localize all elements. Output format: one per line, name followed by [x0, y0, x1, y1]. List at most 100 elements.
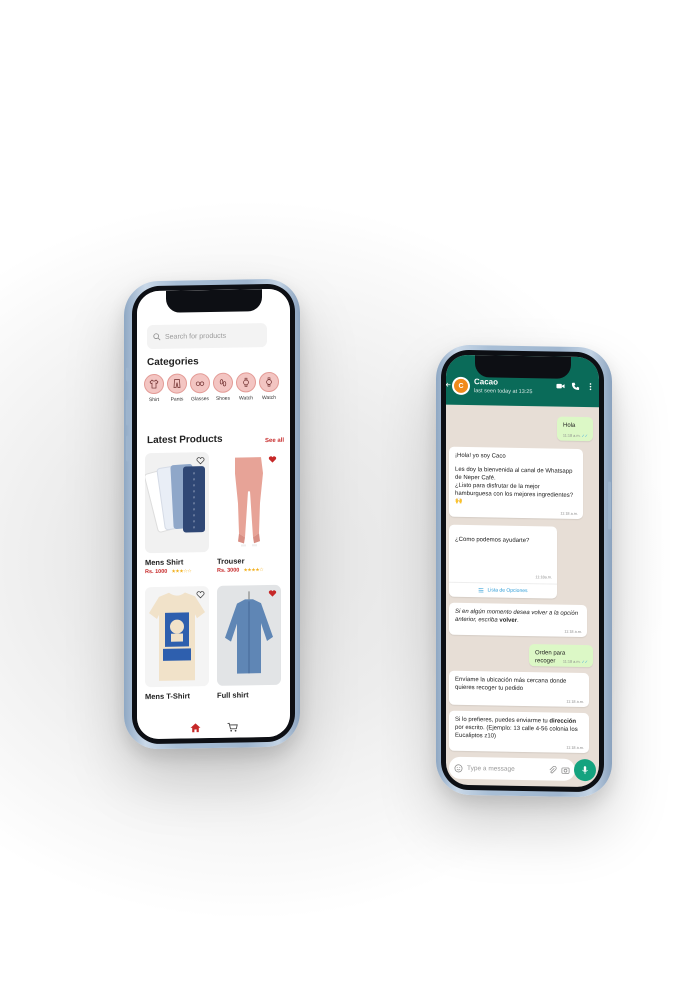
favorite-icon[interactable] [196, 456, 205, 465]
cart-icon[interactable] [227, 721, 238, 732]
category-label: Pants [170, 396, 184, 403]
list-icon [479, 588, 484, 593]
message-incoming[interactable]: Si lo prefieres, puedes enviarme tu dire… [449, 710, 589, 754]
message-text: Si lo prefieres, puedes enviarme tu [455, 716, 550, 725]
product-image-trouser [217, 450, 281, 552]
product-name: Mens Shirt [145, 557, 184, 568]
watch-icon [243, 377, 249, 387]
search-placeholder: Search for products [165, 332, 227, 341]
product-name: Mens T-Shirt [145, 691, 191, 702]
watch-icon [266, 377, 272, 387]
search-icon [153, 333, 161, 341]
phone-call-icon[interactable] [571, 382, 580, 391]
category-label: Glasses [190, 396, 210, 403]
product-card-full-shirt[interactable]: Full shirt [217, 584, 281, 700]
latest-products-title: Latest Products [147, 433, 223, 447]
message-text: Hola [563, 422, 576, 429]
category-label: Watch [239, 395, 253, 402]
category-glasses[interactable]: Glasses [190, 373, 210, 402]
categories-title: Categories [147, 356, 199, 369]
message-incoming-with-options[interactable]: ¿Como podemos ayudarte? 11:18a.m. Lista … [449, 524, 557, 599]
product-image-full-shirt [217, 584, 281, 686]
notch [474, 355, 571, 379]
search-input[interactable]: Search for products [147, 323, 267, 350]
category-watch[interactable]: Watch [236, 372, 256, 402]
category-label: Shoes [215, 395, 231, 402]
bottom-nav [137, 715, 290, 740]
product-card-mens-shirt[interactable]: Mens Shirt Rs. 1000 ★★★☆☆ [145, 452, 209, 575]
message-time: 11:18 a.m. [560, 511, 578, 516]
shirt-icon [149, 379, 159, 389]
camera-icon[interactable] [561, 765, 570, 774]
favorite-icon[interactable] [196, 590, 205, 599]
mute-switch [126, 367, 129, 382]
message-time: 11:18 a.m. [566, 699, 584, 704]
message-time: 11:18 a.m. [564, 629, 582, 634]
message-text: Envíame la ubicación más cercana donde q… [455, 676, 567, 693]
see-all-link[interactable]: See all [265, 438, 284, 444]
favorite-icon[interactable] [268, 589, 277, 598]
message-outgoing[interactable]: Hola 11:18 a.m. ✓✓ [557, 416, 593, 442]
category-label: Watch [262, 394, 276, 402]
message-time: 11:18 a.m. ✓✓ [562, 433, 588, 438]
video-call-icon[interactable] [556, 382, 565, 391]
message-text-bold: dirección [549, 718, 577, 725]
chat-phone: C Cacao last seen today at 13:25 Hola 11… [436, 344, 612, 798]
rating-stars: ★★★☆☆ [171, 568, 192, 575]
message-text: Orden para recoger [535, 650, 566, 665]
product-image-mens-shirt [145, 452, 209, 554]
attach-icon[interactable] [548, 765, 557, 774]
chat-screen: C Cacao last seen today at 13:25 Hola 11… [446, 354, 599, 788]
options-list-button[interactable]: Lista de Opciones [449, 581, 557, 599]
notch [165, 289, 262, 313]
options-list-label: Lista de Opciones [487, 586, 528, 594]
product-price: Rs. 1000 [145, 568, 168, 576]
category-watch-2[interactable]: Watch [259, 371, 279, 402]
contact-status: last seen today at 13:25 [474, 388, 533, 396]
message-incoming[interactable]: Envíame la ubicación más cercana donde q… [449, 670, 589, 708]
avatar[interactable]: C [452, 376, 470, 396]
more-options-icon[interactable] [586, 382, 595, 391]
message-incoming[interactable]: ¡Hola! yo soy Caco Les doy la bienvenida… [449, 446, 583, 520]
category-shoes[interactable]: Shoes [213, 372, 233, 402]
product-price: Rs. 3000 [217, 567, 240, 574]
microphone-icon [582, 766, 588, 775]
shop-screen: Search for products Categories Shirt Pan… [137, 288, 290, 740]
message-time: 11:18a.m. [535, 575, 552, 580]
category-list: Shirt Pants Glasses Shoes Watch Watch [144, 371, 279, 404]
product-name: Trouser [217, 556, 245, 566]
home-icon[interactable] [190, 722, 201, 733]
power-button [608, 481, 611, 530]
glasses-icon [195, 381, 205, 386]
product-card-trouser[interactable]: Trouser Rs. 3000 ★★★★☆ [217, 450, 281, 574]
message-text-bold: volver [499, 617, 518, 624]
message-incoming[interactable]: Si en algún momento desea volver a la op… [449, 602, 587, 638]
message-time: 11:18 a.m. [566, 745, 584, 750]
emoji-icon[interactable] [454, 763, 463, 772]
voice-message-button[interactable] [574, 758, 596, 782]
category-shirt[interactable]: Shirt [144, 373, 164, 404]
message-time: 11:18 a.m. ✓✓ [562, 659, 588, 664]
rating-stars: ★★★★☆ [243, 567, 264, 574]
message-text: por escrito. (Ejemplo: 13 calle 4-56 col… [455, 724, 578, 740]
message-text: . [517, 617, 519, 625]
message-text: ¿Como podemos ayudarte? [455, 536, 530, 545]
product-name: Full shirt [217, 690, 249, 700]
message-text: ¿Listo para disfrutar de la mejor hambur… [455, 483, 574, 506]
volume-up-button [126, 399, 129, 426]
message-input[interactable]: Type a message [449, 756, 575, 781]
message-outgoing[interactable]: Orden para recoger 11:18 a.m. ✓✓ [529, 644, 593, 668]
back-arrow-icon[interactable] [446, 382, 451, 388]
shop-phone: Search for products Categories Shirt Pan… [124, 278, 300, 750]
shoes-icon [219, 379, 227, 387]
message-placeholder: Type a message [467, 764, 515, 773]
product-image-mens-tshirt [145, 586, 209, 688]
category-label: Shirt [148, 396, 160, 404]
category-pants[interactable]: Pants [167, 373, 187, 403]
pants-icon [173, 379, 181, 389]
contact-name[interactable]: Cacao [474, 377, 498, 386]
favorite-icon[interactable] [268, 455, 277, 464]
product-card-mens-tshirt[interactable]: Mens T-Shirt [145, 586, 209, 701]
volume-down-button [126, 435, 129, 462]
avatar-letter: C [454, 378, 468, 394]
